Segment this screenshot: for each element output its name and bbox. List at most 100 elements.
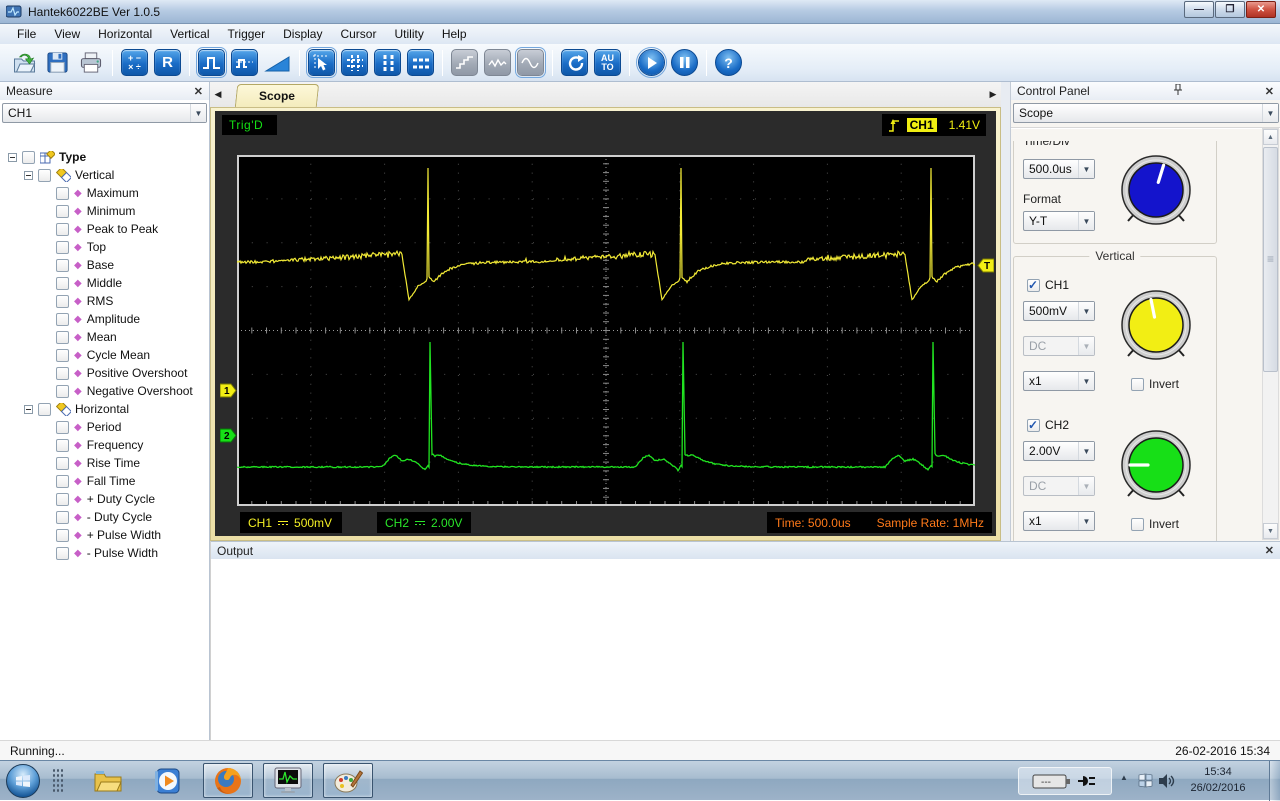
pin-icon[interactable] bbox=[1173, 84, 1182, 98]
pause-button[interactable] bbox=[671, 49, 698, 76]
tab-scope[interactable]: Scope bbox=[235, 84, 319, 107]
print-button[interactable] bbox=[77, 49, 104, 76]
tree-checkbox[interactable] bbox=[56, 511, 69, 524]
interp-sine-button[interactable] bbox=[517, 49, 544, 76]
taskbar-paint[interactable] bbox=[323, 763, 373, 798]
horizontal-cursor-button[interactable] bbox=[407, 49, 434, 76]
minimize-button[interactable]: — bbox=[1184, 1, 1214, 18]
chevron-down-icon[interactable]: ▼ bbox=[1078, 512, 1094, 530]
math-button[interactable]: + −× ÷ bbox=[121, 49, 148, 76]
tree-checkbox[interactable] bbox=[22, 151, 35, 164]
taskbar-firefox[interactable] bbox=[203, 763, 253, 798]
tree-item-negative-overshoot[interactable]: ◆Negative Overshoot bbox=[0, 382, 209, 400]
measure-channel-select[interactable]: CH1 ▼ bbox=[2, 103, 207, 123]
measure-close-icon[interactable]: ✕ bbox=[194, 85, 203, 98]
ch2-invert-checkbox[interactable] bbox=[1131, 518, 1144, 531]
menu-help[interactable]: Help bbox=[433, 25, 476, 43]
ch1-probe-select[interactable]: x1▼ bbox=[1023, 371, 1095, 391]
taskbar-scope-app[interactable] bbox=[263, 763, 313, 798]
format-select[interactable]: Y-T▼ bbox=[1023, 211, 1095, 231]
menu-trigger[interactable]: Trigger bbox=[219, 25, 275, 43]
taskbar-media-player[interactable] bbox=[148, 765, 188, 797]
tree-expander[interactable] bbox=[24, 171, 33, 180]
scrollbar-thumb[interactable] bbox=[1263, 147, 1278, 372]
tree-item-rise-time[interactable]: ◆Rise Time bbox=[0, 454, 209, 472]
grid-button[interactable] bbox=[341, 49, 368, 76]
open-button[interactable] bbox=[11, 49, 38, 76]
tree-expander[interactable] bbox=[24, 405, 33, 414]
interp-step-button[interactable] bbox=[451, 49, 478, 76]
menu-horizontal[interactable]: Horizontal bbox=[89, 25, 161, 43]
save-button[interactable] bbox=[44, 49, 71, 76]
tree-item--pulse-width[interactable]: ◆+ Pulse Width bbox=[0, 526, 209, 544]
chevron-down-icon[interactable]: ▼ bbox=[1262, 104, 1278, 122]
tree-item-maximum[interactable]: ◆Maximum bbox=[0, 184, 209, 202]
chevron-down-icon[interactable]: ▼ bbox=[1078, 212, 1094, 230]
ch2-position-knob[interactable] bbox=[1117, 426, 1195, 504]
ch1-scale-select[interactable]: 500mV▼ bbox=[1023, 301, 1095, 321]
ch1-enable-checkbox[interactable] bbox=[1027, 279, 1040, 292]
taskbar-explorer[interactable] bbox=[88, 765, 128, 797]
tree-checkbox[interactable] bbox=[56, 277, 69, 290]
output-close-icon[interactable]: ✕ bbox=[1265, 544, 1274, 557]
tree-item-amplitude[interactable]: ◆Amplitude bbox=[0, 310, 209, 328]
vertical-cursor-button[interactable] bbox=[374, 49, 401, 76]
refresh-button[interactable] bbox=[561, 49, 588, 76]
control-panel-close-icon[interactable]: ✕ bbox=[1265, 85, 1274, 98]
ch1-zero-marker[interactable]: 1 bbox=[220, 383, 237, 398]
tree-checkbox[interactable] bbox=[56, 439, 69, 452]
menu-utility[interactable]: Utility bbox=[385, 25, 432, 43]
ramp-button[interactable] bbox=[264, 49, 291, 76]
pulse-train-button[interactable] bbox=[231, 49, 258, 76]
tree-checkbox[interactable] bbox=[56, 421, 69, 434]
ch2-probe-select[interactable]: x1▼ bbox=[1023, 511, 1095, 531]
interp-linear-button[interactable] bbox=[484, 49, 511, 76]
control-panel-scrollbar[interactable]: ▲ ▼ bbox=[1262, 128, 1279, 540]
tree-checkbox[interactable] bbox=[56, 295, 69, 308]
tree-expander[interactable] bbox=[8, 153, 17, 162]
help-button[interactable]: ? bbox=[715, 49, 742, 76]
start-button[interactable] bbox=[638, 49, 665, 76]
tree-item-base[interactable]: ◆Base bbox=[0, 256, 209, 274]
tree-checkbox[interactable] bbox=[56, 367, 69, 380]
tree-checkbox[interactable] bbox=[56, 187, 69, 200]
tray-battery-group[interactable]: --- bbox=[1018, 767, 1112, 795]
menu-view[interactable]: View bbox=[45, 25, 89, 43]
start-button[interactable] bbox=[6, 764, 40, 798]
tree-checkbox[interactable] bbox=[56, 349, 69, 362]
menu-file[interactable]: File bbox=[8, 25, 45, 43]
ch1-invert-checkbox[interactable] bbox=[1131, 378, 1144, 391]
chevron-down-icon[interactable]: ▼ bbox=[1078, 372, 1094, 390]
tree-item--duty-cycle[interactable]: ◆- Duty Cycle bbox=[0, 508, 209, 526]
tree-item-positive-overshoot[interactable]: ◆Positive Overshoot bbox=[0, 364, 209, 382]
tree-node-horizontal[interactable]: Horizontal bbox=[0, 400, 209, 418]
timebase-knob[interactable] bbox=[1117, 151, 1195, 229]
pulse-single-button[interactable] bbox=[198, 49, 225, 76]
chevron-down-icon[interactable]: ▼ bbox=[190, 104, 206, 122]
time-div-select[interactable]: 500.0us▼ bbox=[1023, 159, 1095, 179]
show-desktop-button[interactable] bbox=[1269, 761, 1280, 801]
action-center-flag-icon[interactable] bbox=[1138, 773, 1153, 788]
control-panel-selector[interactable]: Scope ▼ bbox=[1013, 103, 1279, 123]
tree-checkbox[interactable] bbox=[56, 475, 69, 488]
tree-item-top[interactable]: ◆Top bbox=[0, 238, 209, 256]
tree-item--duty-cycle[interactable]: ◆+ Duty Cycle bbox=[0, 490, 209, 508]
tree-checkbox[interactable] bbox=[56, 313, 69, 326]
tray-expand-icon[interactable]: ▲ bbox=[1120, 773, 1128, 782]
tree-checkbox[interactable] bbox=[38, 169, 51, 182]
tab-scroll-left-icon[interactable]: ◀ bbox=[212, 86, 224, 102]
tab-scroll-right-icon[interactable]: ▶ bbox=[987, 86, 999, 102]
tree-node-type[interactable]: Type bbox=[0, 148, 209, 166]
tree-checkbox[interactable] bbox=[56, 259, 69, 272]
speaker-icon[interactable] bbox=[1158, 773, 1175, 789]
menu-vertical[interactable]: Vertical bbox=[161, 25, 218, 43]
tree-item-mean[interactable]: ◆Mean bbox=[0, 328, 209, 346]
scroll-up-icon[interactable]: ▲ bbox=[1263, 129, 1278, 145]
tree-checkbox[interactable] bbox=[56, 385, 69, 398]
tree-checkbox[interactable] bbox=[38, 403, 51, 416]
scroll-down-icon[interactable]: ▼ bbox=[1263, 523, 1278, 539]
tree-item-middle[interactable]: ◆Middle bbox=[0, 274, 209, 292]
tree-item-minimum[interactable]: ◆Minimum bbox=[0, 202, 209, 220]
ch1-position-knob[interactable] bbox=[1117, 286, 1195, 364]
chevron-down-icon[interactable]: ▼ bbox=[1078, 442, 1094, 460]
